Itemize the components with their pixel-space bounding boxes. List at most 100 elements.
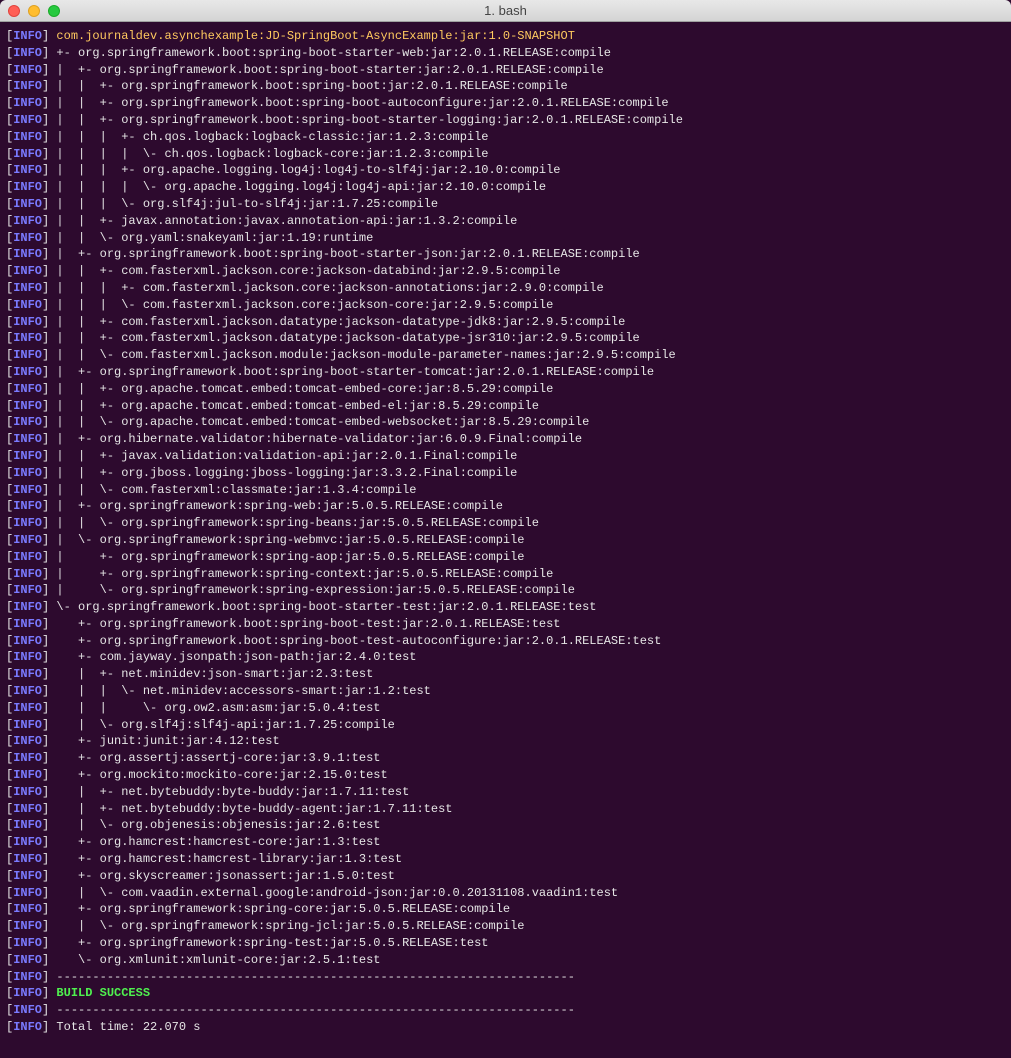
log-message: +- org.mockito:mockito-core:jar:2.15.0:t… bbox=[56, 768, 387, 782]
log-message: | | +- org.springframework.boot:spring-b… bbox=[56, 113, 683, 127]
log-level: INFO bbox=[13, 516, 42, 530]
log-line: [INFO] ---------------------------------… bbox=[6, 1002, 1005, 1019]
log-line: [INFO] ---------------------------------… bbox=[6, 969, 1005, 986]
log-line: [INFO] | \- org.slf4j:slf4j-api:jar:1.7.… bbox=[6, 717, 1005, 734]
log-level: INFO bbox=[13, 818, 42, 832]
log-level: INFO bbox=[13, 147, 42, 161]
log-message: | | \- org.springframework:spring-beans:… bbox=[56, 516, 538, 530]
log-level: INFO bbox=[13, 163, 42, 177]
terminal-output[interactable]: [INFO] com.journaldev.asynchexample:JD-S… bbox=[0, 22, 1011, 1042]
log-line: [INFO] +- junit:junit:jar:4.12:test bbox=[6, 733, 1005, 750]
log-level: INFO bbox=[13, 46, 42, 60]
log-level: INFO bbox=[13, 348, 42, 362]
log-line: [INFO] Total time: 22.070 s bbox=[6, 1019, 1005, 1036]
log-message: | | \- com.fasterxml.jackson.module:jack… bbox=[56, 348, 675, 362]
log-line: [INFO] +- org.mockito:mockito-core:jar:2… bbox=[6, 767, 1005, 784]
log-message: +- org.assertj:assertj-core:jar:3.9.1:te… bbox=[56, 751, 380, 765]
bracket-close: ] bbox=[42, 785, 56, 799]
log-level: INFO bbox=[13, 650, 42, 664]
log-message: | | | \- org.slf4j:jul-to-slf4j:jar:1.7.… bbox=[56, 197, 438, 211]
log-level: INFO bbox=[13, 970, 42, 984]
log-line: [INFO] | | \- org.springframework:spring… bbox=[6, 515, 1005, 532]
log-level: INFO bbox=[13, 63, 42, 77]
bracket-close: ] bbox=[42, 701, 56, 715]
close-window-button[interactable] bbox=[8, 5, 20, 17]
log-line: [INFO] com.journaldev.asynchexample:JD-S… bbox=[6, 28, 1005, 45]
bracket-close: ] bbox=[42, 970, 56, 984]
log-message: | \- org.objenesis:objenesis:jar:2.6:tes… bbox=[56, 818, 380, 832]
log-line: [INFO] | | +- com.fasterxml.jackson.core… bbox=[6, 263, 1005, 280]
log-level: INFO bbox=[13, 1020, 42, 1034]
log-level: INFO bbox=[13, 113, 42, 127]
log-line: [INFO] +- org.skyscreamer:jsonassert:jar… bbox=[6, 868, 1005, 885]
log-line: [INFO] | +- org.springframework.boot:spr… bbox=[6, 62, 1005, 79]
log-level: INFO bbox=[13, 835, 42, 849]
log-line: [INFO] | +- net.minidev:json-smart:jar:2… bbox=[6, 666, 1005, 683]
bracket-close: ] bbox=[42, 483, 56, 497]
log-level: INFO bbox=[13, 852, 42, 866]
log-line: [INFO] +- org.assertj:assertj-core:jar:3… bbox=[6, 750, 1005, 767]
log-level: INFO bbox=[13, 499, 42, 513]
bracket-close: ] bbox=[42, 902, 56, 916]
bracket-close: ] bbox=[42, 281, 56, 295]
log-message: +- com.jayway.jsonpath:json-path:jar:2.4… bbox=[56, 650, 416, 664]
log-level: INFO bbox=[13, 684, 42, 698]
log-level: INFO bbox=[13, 29, 42, 43]
log-message: | | \- net.minidev:accessors-smart:jar:1… bbox=[56, 684, 430, 698]
log-line: [INFO] | | +- com.fasterxml.jackson.data… bbox=[6, 330, 1005, 347]
bracket-close: ] bbox=[42, 734, 56, 748]
bracket-close: ] bbox=[42, 63, 56, 77]
log-line: [INFO] | | +- javax.validation:validatio… bbox=[6, 448, 1005, 465]
log-message: \- org.xmlunit:xmlunit-core:jar:2.5.1:te… bbox=[56, 953, 380, 967]
log-level: INFO bbox=[13, 617, 42, 631]
log-level: INFO bbox=[13, 298, 42, 312]
log-level: INFO bbox=[13, 130, 42, 144]
bracket-close: ] bbox=[42, 583, 56, 597]
bracket-close: ] bbox=[42, 802, 56, 816]
log-line: [INFO] +- org.springframework.boot:sprin… bbox=[6, 45, 1005, 62]
bracket-close: ] bbox=[42, 953, 56, 967]
bracket-close: ] bbox=[42, 365, 56, 379]
log-line: [INFO] +- org.springframework.boot:sprin… bbox=[6, 633, 1005, 650]
log-level: INFO bbox=[13, 734, 42, 748]
log-line: [INFO] | | +- org.springframework.boot:s… bbox=[6, 78, 1005, 95]
log-line: [INFO] | \- org.springframework:spring-w… bbox=[6, 532, 1005, 549]
log-message: Total time: 22.070 s bbox=[56, 1020, 200, 1034]
log-line: [INFO] | +- org.springframework:spring-w… bbox=[6, 498, 1005, 515]
log-level: INFO bbox=[13, 718, 42, 732]
maximize-window-button[interactable] bbox=[48, 5, 60, 17]
bracket-close: ] bbox=[42, 650, 56, 664]
bracket-close: ] bbox=[42, 147, 56, 161]
log-message: | | +- org.apache.tomcat.embed:tomcat-em… bbox=[56, 382, 553, 396]
bracket-close: ] bbox=[42, 399, 56, 413]
log-level: INFO bbox=[13, 986, 42, 1000]
log-level: INFO bbox=[13, 466, 42, 480]
log-line: [INFO] | \- org.springframework:spring-j… bbox=[6, 918, 1005, 935]
minimize-window-button[interactable] bbox=[28, 5, 40, 17]
bracket-close: ] bbox=[42, 533, 56, 547]
log-level: INFO bbox=[13, 96, 42, 110]
log-message: | \- org.springframework:spring-expressi… bbox=[56, 583, 574, 597]
log-level: INFO bbox=[13, 634, 42, 648]
log-level: INFO bbox=[13, 1003, 42, 1017]
log-message: | \- com.vaadin.external.google:android-… bbox=[56, 886, 618, 900]
log-line: [INFO] | +- net.bytebuddy:byte-buddy-age… bbox=[6, 801, 1005, 818]
log-message: | +- org.springframework.boot:spring-boo… bbox=[56, 365, 654, 379]
log-message: | +- net.bytebuddy:byte-buddy-agent:jar:… bbox=[56, 802, 452, 816]
log-level: INFO bbox=[13, 701, 42, 715]
bracket-close: ] bbox=[42, 46, 56, 60]
log-message: | | \- org.apache.tomcat.embed:tomcat-em… bbox=[56, 415, 589, 429]
log-message: | +- org.springframework.boot:spring-boo… bbox=[56, 247, 639, 261]
log-level: INFO bbox=[13, 953, 42, 967]
log-message: ----------------------------------------… bbox=[56, 970, 574, 984]
bracket-close: ] bbox=[42, 852, 56, 866]
log-level: INFO bbox=[13, 214, 42, 228]
bracket-close: ] bbox=[42, 499, 56, 513]
log-message: | | | | \- org.apache.logging.log4j:log4… bbox=[56, 180, 546, 194]
log-message: | | +- com.fasterxml.jackson.datatype:ja… bbox=[56, 331, 639, 345]
log-message: | +- org.springframework.boot:spring-boo… bbox=[56, 63, 603, 77]
log-message: com.journaldev.asynchexample:JD-SpringBo… bbox=[56, 29, 574, 43]
log-message: | | +- com.fasterxml.jackson.core:jackso… bbox=[56, 264, 560, 278]
bracket-close: ] bbox=[42, 667, 56, 681]
log-line: [INFO] | | \- com.fasterxml.jackson.modu… bbox=[6, 347, 1005, 364]
